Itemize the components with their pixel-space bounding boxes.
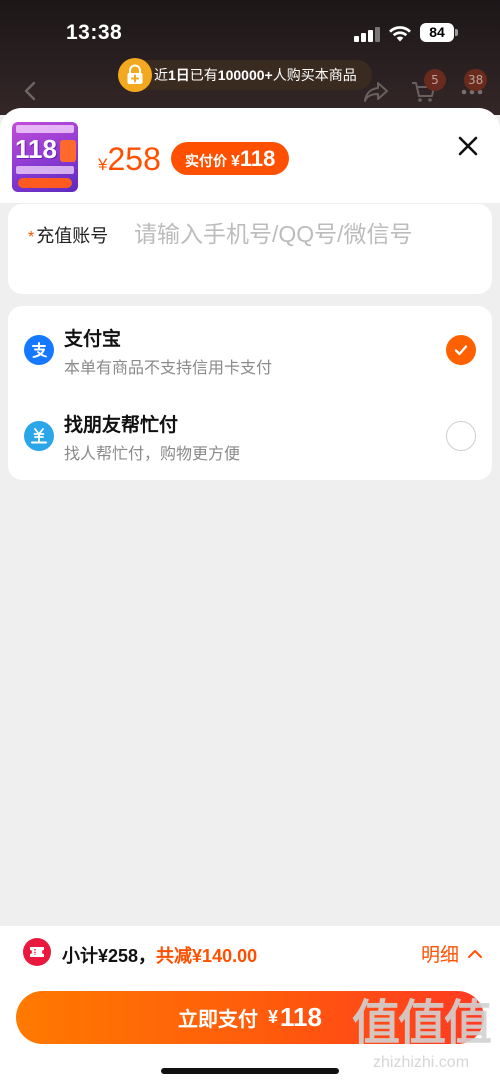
actual-price-currency: ¥ — [231, 153, 240, 170]
detail-toggle[interactable]: 明细 — [421, 940, 483, 967]
banner-suffix: 人购买本商品 — [272, 67, 357, 83]
alipay-subtitle: 本单有商品不支持信用卡支付 — [64, 360, 273, 377]
pay-now-button[interactable]: 立即支付 ¥118 — [16, 991, 484, 1044]
alipay-name: 支付宝 — [64, 329, 122, 350]
actual-price-badge: 实付价 ¥118 — [171, 142, 290, 175]
friend-pay-name: 找朋友帮忙付 — [64, 415, 179, 436]
battery-tip — [455, 29, 458, 36]
pay-now-amount: 118 — [280, 1002, 322, 1032]
pay-now-currency: ¥ — [268, 1007, 279, 1027]
add-lock-icon — [118, 58, 152, 92]
required-mark: * — [28, 229, 35, 246]
product-thumbnail: 118 — [12, 122, 78, 192]
price-value: 258 — [107, 141, 161, 177]
chevron-up-icon — [468, 949, 483, 958]
banner-days: 1日 — [168, 67, 190, 83]
checkmark-icon — [454, 345, 468, 356]
coupon-icon — [23, 938, 51, 966]
alipay-radio-checked[interactable] — [446, 335, 476, 365]
subtotal-text: 小计¥258， — [62, 946, 157, 966]
more-badge: 38 — [464, 69, 488, 91]
payment-methods-card: 支付宝 本单有商品不支持信用卡支付 找朋友帮忙付 找人帮忙付，购物更方便 — [8, 306, 492, 480]
thumbnail-amount: 118 — [15, 134, 57, 164]
account-label: * 充值账号 — [28, 222, 108, 248]
close-icon[interactable] — [452, 130, 484, 162]
home-indicator — [161, 1068, 339, 1074]
status-bar: 13:38 84 — [0, 0, 500, 66]
friend-pay-radio-unchecked[interactable] — [446, 421, 476, 451]
account-card: * 充值账号 — [8, 204, 492, 294]
subtotal-summary: 小计¥258，共减¥140.00 — [62, 942, 257, 968]
actual-price-label: 实付价 — [185, 153, 227, 169]
banner-count: 100000+ — [217, 67, 273, 83]
discount-text: 共减¥140.00 — [156, 946, 258, 966]
account-input[interactable] — [134, 212, 474, 256]
purchase-count-banner: 近1日已有100000+人购买本商品 — [118, 60, 372, 90]
status-time: 13:38 — [66, 21, 123, 44]
banner-prefix: 近 — [154, 67, 168, 83]
payment-option-friend-pay[interactable]: 找朋友帮忙付 找人帮忙付，购物更方便 — [8, 392, 492, 478]
banner-mid: 已有 — [189, 67, 218, 83]
cellular-signal-icon — [354, 26, 380, 42]
checkout-footer: 小计¥258，共减¥140.00 明细 立即支付 ¥118 — [0, 926, 500, 1084]
friend-pay-icon — [24, 421, 54, 451]
back-arrow-icon — [24, 81, 36, 101]
actual-price-value: 118 — [239, 146, 276, 171]
product-header: 118 ¥258 实付价 ¥118 — [0, 108, 500, 203]
friend-pay-subtitle: 找人帮忙付，购物更方便 — [64, 446, 241, 463]
payment-option-alipay[interactable]: 支付宝 本单有商品不支持信用卡支付 — [8, 306, 492, 392]
detail-label: 明细 — [421, 945, 460, 966]
wifi-icon — [389, 26, 411, 42]
battery-indicator: 84 — [420, 23, 454, 42]
pay-now-label: 立即支付 — [178, 1009, 259, 1031]
original-price: ¥258 — [98, 141, 161, 178]
account-label-text: 充值账号 — [36, 226, 109, 246]
alipay-icon — [24, 335, 54, 365]
share-icon — [364, 82, 388, 102]
cart-badge: 5 — [424, 69, 446, 91]
